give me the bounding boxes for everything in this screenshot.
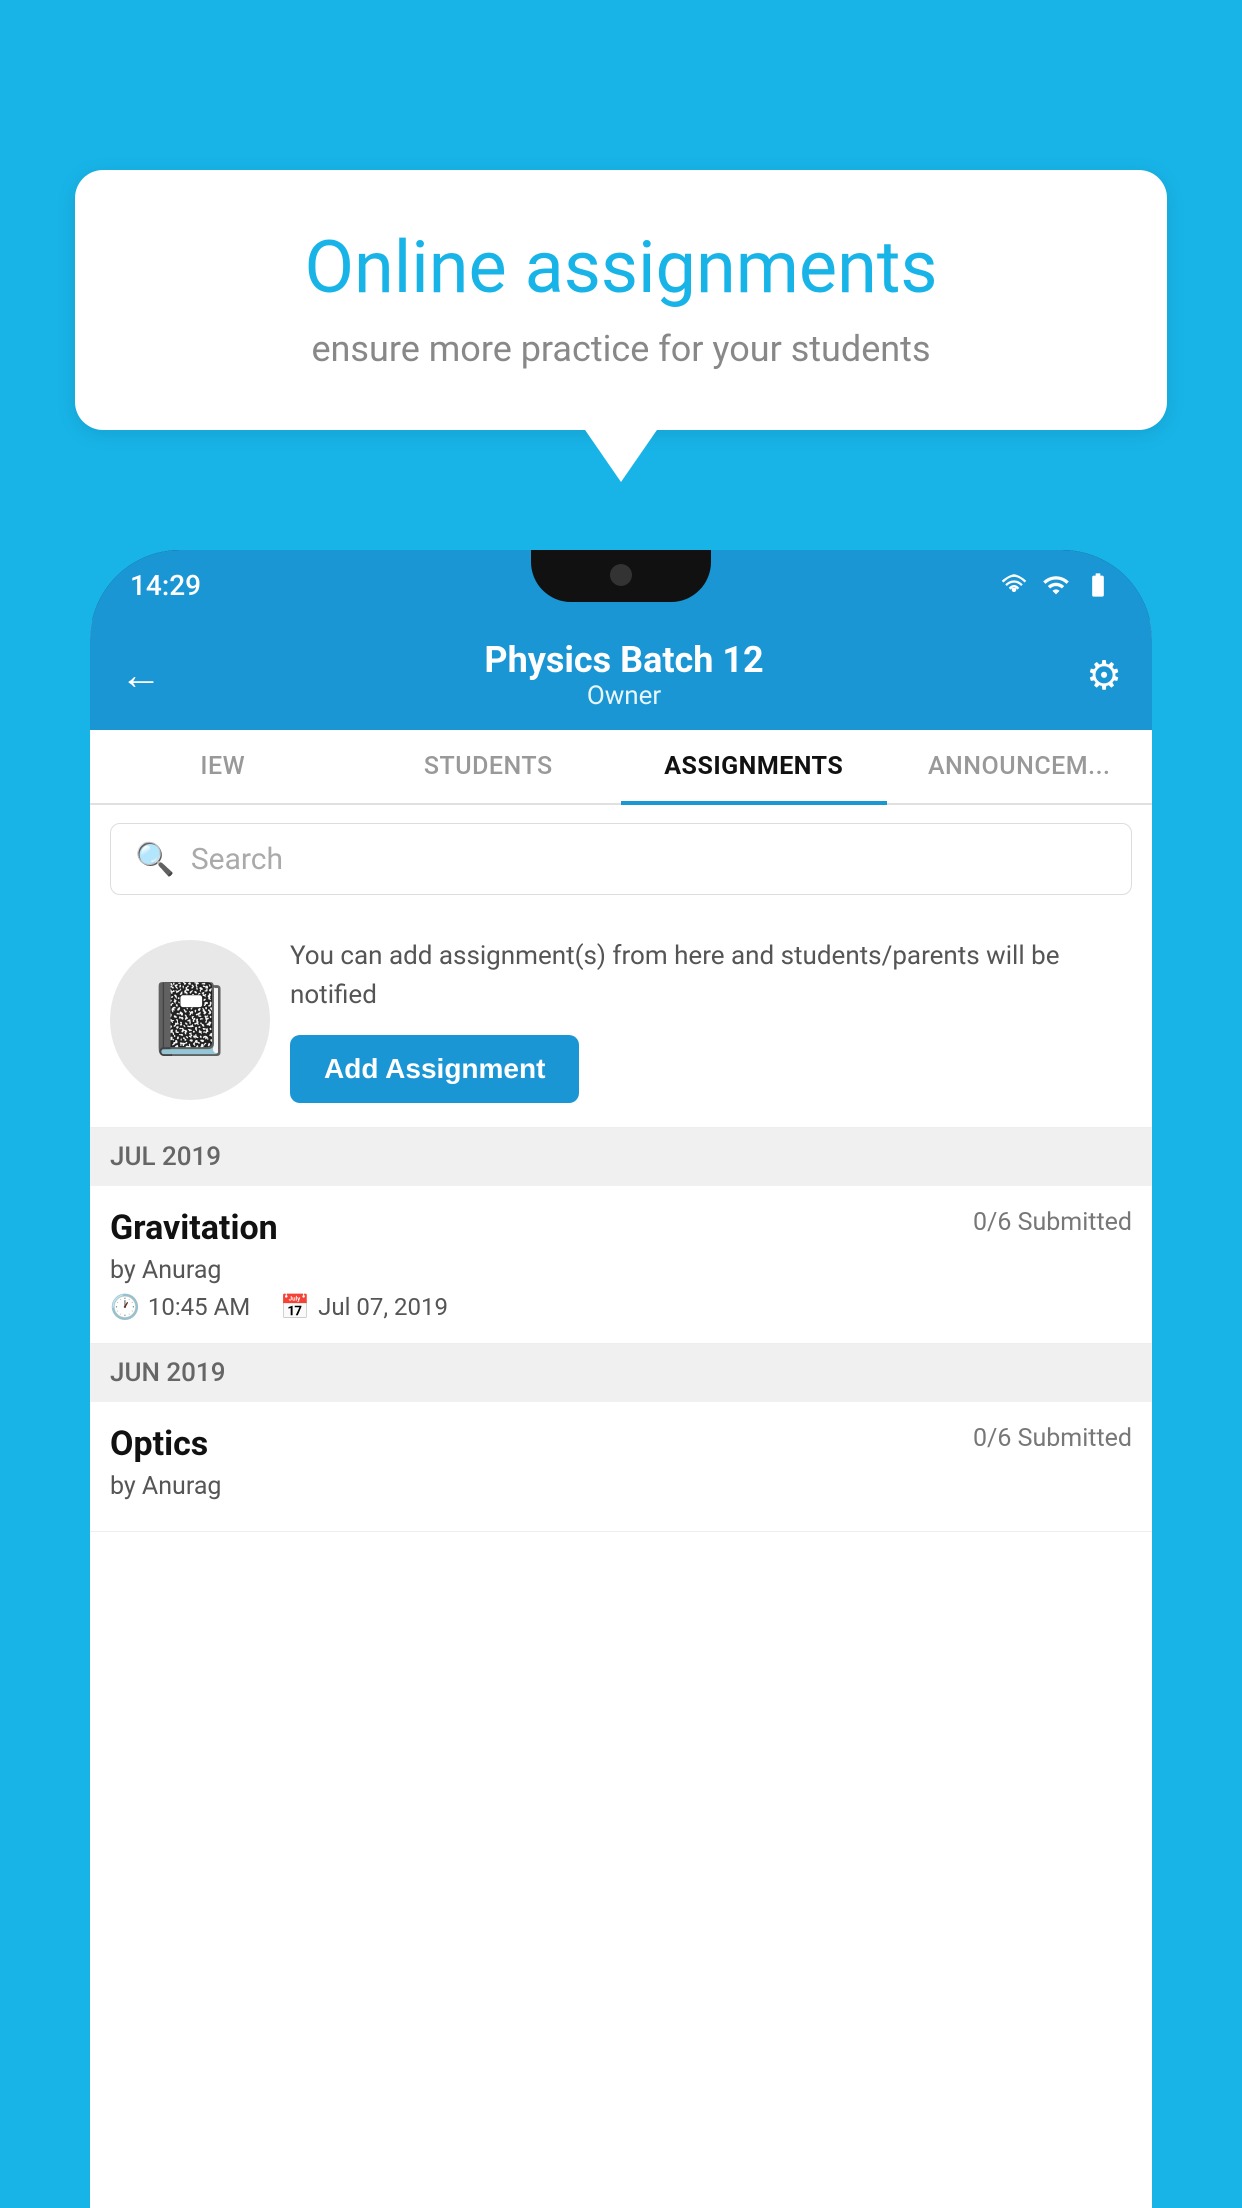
status-icons [1000, 571, 1112, 599]
assignment-item-gravitation[interactable]: Gravitation 0/6 Submitted by Anurag 🕐 10… [90, 1186, 1152, 1344]
search-placeholder: Search [191, 842, 283, 877]
tabs-bar: IEW STUDENTS ASSIGNMENTS ANNOUNCEM... [90, 730, 1152, 805]
clock-icon: 🕐 [110, 1293, 140, 1321]
tab-iew[interactable]: IEW [90, 730, 356, 803]
tab-assignments[interactable]: ASSIGNMENTS [621, 730, 887, 803]
assignment-top: Gravitation 0/6 Submitted [110, 1208, 1132, 1248]
bubble-subtitle: ensure more practice for your students [135, 328, 1107, 370]
assignment-top-optics: Optics 0/6 Submitted [110, 1424, 1132, 1464]
meta-date: 📅 Jul 07, 2019 [280, 1293, 448, 1321]
tab-students[interactable]: STUDENTS [356, 730, 622, 803]
header-title: Physics Batch 12 [484, 639, 763, 681]
speech-bubble: Online assignments ensure more practice … [75, 170, 1167, 430]
meta-time: 🕐 10:45 AM [110, 1293, 250, 1321]
assignment-time: 10:45 AM [148, 1293, 250, 1321]
notebook-icon: 📓 [146, 979, 233, 1061]
assignment-item-optics[interactable]: Optics 0/6 Submitted by Anurag [90, 1402, 1152, 1532]
assignment-name-optics: Optics [110, 1424, 208, 1464]
assignment-meta: 🕐 10:45 AM 📅 Jul 07, 2019 [110, 1293, 1132, 1321]
assignment-by-optics: by Anurag [110, 1472, 1132, 1501]
assignment-submitted: 0/6 Submitted [973, 1208, 1132, 1237]
settings-button[interactable]: ⚙ [1086, 652, 1122, 699]
status-bar: 14:29 [90, 550, 1152, 620]
phone-frame: 14:29 ← Physics Batch 12 Owner [90, 550, 1152, 2208]
assignment-submitted-optics: 0/6 Submitted [973, 1424, 1132, 1453]
search-bar[interactable]: 🔍 Search [110, 823, 1132, 895]
calendar-icon: 📅 [280, 1293, 310, 1321]
search-icon: 🔍 [135, 840, 175, 878]
search-container: 🔍 Search [90, 805, 1152, 913]
assignment-name: Gravitation [110, 1208, 278, 1248]
header-center: Physics Batch 12 Owner [484, 639, 763, 711]
promo-icon-circle: 📓 [110, 940, 270, 1100]
status-time: 14:29 [130, 569, 201, 602]
assignment-by: by Anurag [110, 1256, 1132, 1285]
add-assignment-button[interactable]: Add Assignment [290, 1035, 579, 1103]
camera-dot [610, 564, 632, 586]
tab-announcements[interactable]: ANNOUNCEM... [887, 730, 1153, 803]
signal-icon [1042, 571, 1070, 599]
bubble-title: Online assignments [135, 225, 1107, 310]
promo-text: You can add assignment(s) from here and … [290, 937, 1132, 1015]
promo-right: You can add assignment(s) from here and … [290, 937, 1132, 1103]
section-header-jul: JUL 2019 [90, 1128, 1152, 1186]
promo-section: 📓 You can add assignment(s) from here an… [90, 913, 1152, 1128]
content-area: 🔍 Search 📓 You can add assignment(s) fro… [90, 805, 1152, 2208]
notch [531, 550, 711, 602]
wifi-icon [1000, 571, 1028, 599]
section-header-jun: JUN 2019 [90, 1344, 1152, 1402]
assignment-date: Jul 07, 2019 [318, 1293, 448, 1321]
header-subtitle: Owner [484, 681, 763, 711]
app-header: ← Physics Batch 12 Owner ⚙ [90, 620, 1152, 730]
back-button[interactable]: ← [120, 651, 162, 700]
battery-icon [1084, 571, 1112, 599]
app-screen: ← Physics Batch 12 Owner ⚙ IEW STUDENTS … [90, 620, 1152, 2208]
